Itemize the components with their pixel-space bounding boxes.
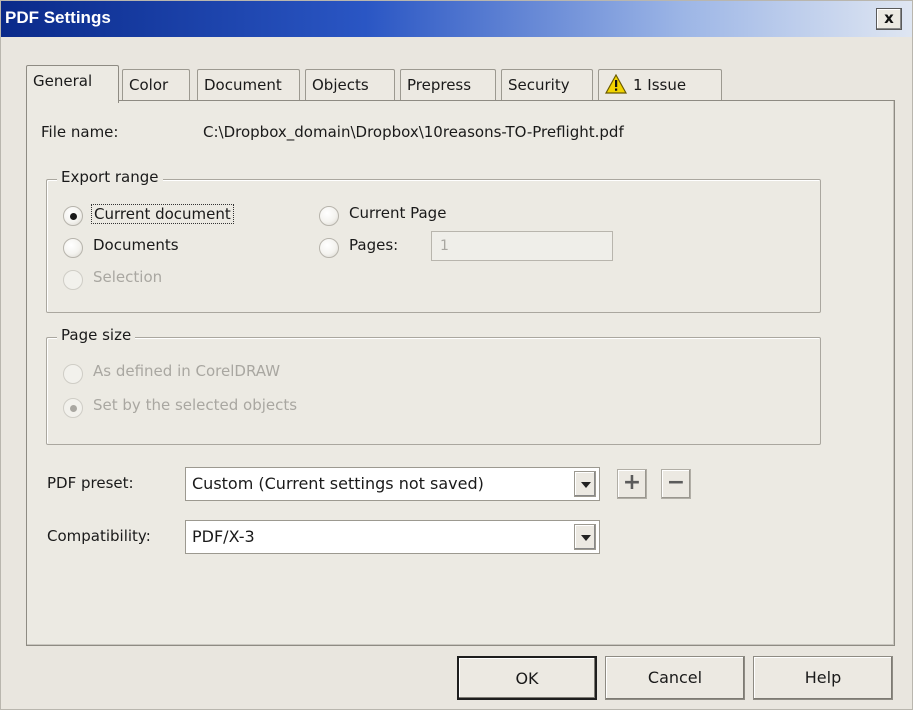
compatibility-value: PDF/X-3 xyxy=(192,527,255,546)
as-defined-radio xyxy=(63,364,83,384)
tab-color[interactable]: Color xyxy=(122,69,190,101)
tab-document[interactable]: Document xyxy=(197,69,300,101)
file-name-label: File name: xyxy=(41,123,119,141)
documents-radio[interactable] xyxy=(63,238,83,258)
selection-label: Selection xyxy=(93,268,163,286)
help-button[interactable]: Help xyxy=(753,656,893,700)
remove-preset-button[interactable]: − xyxy=(661,469,691,499)
page-size-group: Page size As defined in CorelDRAW Set by… xyxy=(46,326,821,445)
documents-label[interactable]: Documents xyxy=(93,236,179,254)
tab-security[interactable]: Security xyxy=(501,69,593,101)
current-document-label[interactable]: Current document xyxy=(91,204,234,224)
chevron-down-icon[interactable] xyxy=(574,524,596,550)
tab-general[interactable]: General xyxy=(26,65,119,103)
file-path: C:\Dropbox_domain\Dropbox\10reasons-TO-P… xyxy=(203,123,624,141)
pages-radio[interactable] xyxy=(319,238,339,258)
pages-input[interactable]: 1 xyxy=(431,231,613,261)
tab-label: 1 Issue xyxy=(633,76,687,94)
compatibility-select[interactable]: PDF/X-3 xyxy=(185,520,600,554)
ok-button[interactable]: OK xyxy=(457,656,597,700)
tab-label: Prepress xyxy=(407,76,472,94)
page-size-title: Page size xyxy=(57,326,136,344)
selection-radio xyxy=(63,270,83,290)
add-preset-button[interactable]: + xyxy=(617,469,647,499)
minus-icon: − xyxy=(666,470,686,495)
chevron-down-icon[interactable] xyxy=(574,471,596,497)
tab-prepress[interactable]: Prepress xyxy=(400,69,496,101)
pages-label[interactable]: Pages: xyxy=(349,236,398,254)
window-title: PDF Settings xyxy=(5,8,111,27)
export-range-title: Export range xyxy=(57,168,163,186)
title-bar[interactable]: PDF Settings x xyxy=(1,1,912,37)
set-by-selected-label: Set by the selected objects xyxy=(93,396,298,414)
current-page-label[interactable]: Current Page xyxy=(349,204,446,222)
tab-objects[interactable]: Objects xyxy=(305,69,395,101)
general-panel: File name: C:\Dropbox_domain\Dropbox\10r… xyxy=(26,100,895,646)
cancel-button[interactable]: Cancel xyxy=(605,656,745,700)
current-document-radio[interactable] xyxy=(63,206,83,226)
tab-label: Color xyxy=(129,76,169,94)
compatibility-label: Compatibility: xyxy=(47,527,151,545)
pdf-preset-label: PDF preset: xyxy=(47,474,134,492)
pdf-preset-value: Custom (Current settings not saved) xyxy=(192,474,484,493)
tab-issues[interactable]: 1 Issue xyxy=(598,69,722,101)
export-range-group: Export range Current document Documents … xyxy=(46,168,821,313)
tab-label: Security xyxy=(508,76,570,94)
tab-label: Document xyxy=(204,76,282,94)
pdf-settings-dialog: PDF Settings x General Color Document Ob… xyxy=(0,0,913,710)
plus-icon: + xyxy=(622,470,642,495)
close-button[interactable]: x xyxy=(876,8,902,30)
warning-icon xyxy=(605,74,627,94)
tab-label: Objects xyxy=(312,76,369,94)
set-by-selected-radio xyxy=(63,398,83,418)
as-defined-label: As defined in CorelDRAW xyxy=(93,362,281,380)
pdf-preset-select[interactable]: Custom (Current settings not saved) xyxy=(185,467,600,501)
tab-label: General xyxy=(33,72,93,90)
current-page-radio[interactable] xyxy=(319,206,339,226)
